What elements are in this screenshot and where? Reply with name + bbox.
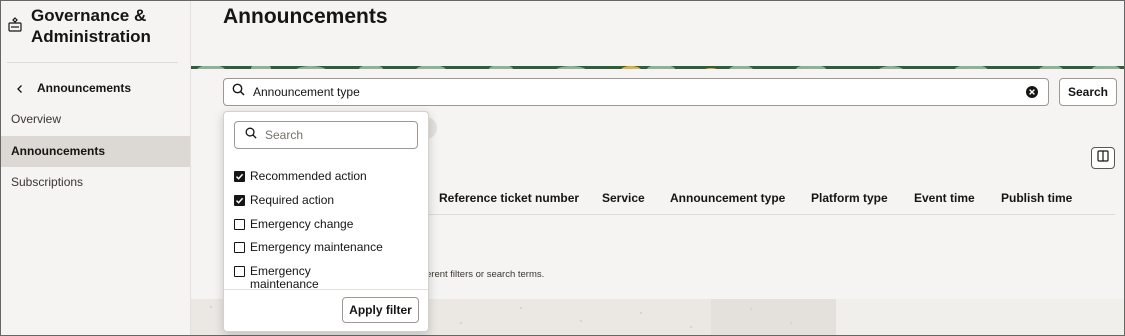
sidebar-item-subscriptions[interactable]: Subscriptions bbox=[1, 167, 190, 198]
search-value: Announcement type bbox=[253, 85, 360, 99]
option-label: Required action bbox=[250, 193, 335, 207]
announcement-type-dropdown: Recommended action Required action Emerg… bbox=[223, 111, 429, 332]
dropdown-search-input[interactable] bbox=[265, 128, 405, 142]
option-label: Recommended action bbox=[250, 169, 367, 183]
announcement-search-field[interactable]: Announcement type bbox=[223, 78, 1049, 106]
page-title: Announcements bbox=[223, 5, 388, 28]
search-icon bbox=[232, 83, 245, 101]
column-header-service[interactable]: Service bbox=[602, 191, 645, 205]
option-label: Emergency maintenance bbox=[250, 240, 383, 254]
apply-filter-button[interactable]: Apply filter bbox=[342, 297, 419, 323]
option-recommended-action[interactable]: Recommended action bbox=[234, 170, 404, 183]
column-header-publish-time[interactable]: Publish time bbox=[1001, 191, 1072, 205]
dropdown-option-list[interactable]: Recommended action Required action Emerg… bbox=[234, 164, 424, 288]
back-label: Announcements bbox=[37, 81, 132, 95]
search-icon bbox=[245, 126, 257, 144]
column-header-announcement-type[interactable]: Announcement type bbox=[670, 191, 785, 205]
checkbox-unchecked-icon[interactable] bbox=[234, 266, 245, 277]
table-header-divider bbox=[427, 214, 1115, 215]
sidebar-title: Governance & Administration bbox=[31, 6, 151, 46]
sidebar-item-announcements[interactable]: Announcements bbox=[1, 136, 190, 167]
option-emergency-maintenance-completed[interactable]: Emergency maintenance completed bbox=[234, 265, 374, 288]
option-label: Emergency maintenance completed bbox=[250, 264, 319, 289]
checkbox-checked-icon[interactable] bbox=[234, 171, 245, 182]
dropdown-search-field[interactable] bbox=[234, 121, 418, 149]
checkbox-unchecked-icon[interactable] bbox=[234, 242, 245, 253]
option-required-action[interactable]: Required action bbox=[234, 194, 404, 207]
columns-icon bbox=[1097, 149, 1109, 167]
column-header-event-time[interactable]: Event time bbox=[914, 191, 975, 205]
back-to-announcements[interactable]: Announcements bbox=[15, 81, 131, 95]
checkbox-unchecked-icon[interactable] bbox=[234, 219, 245, 230]
columns-toggle-button[interactable] bbox=[1091, 147, 1115, 169]
chevron-left-icon bbox=[15, 83, 25, 93]
clear-search-icon[interactable] bbox=[1025, 85, 1039, 99]
column-header-platform-type[interactable]: Platform type bbox=[811, 191, 888, 205]
sidebar-header: Governance & Administration bbox=[7, 5, 187, 47]
search-button[interactable]: Search bbox=[1059, 78, 1117, 106]
dropdown-divider bbox=[224, 289, 428, 290]
empty-state-message: erent filters or search terms. bbox=[426, 269, 545, 280]
option-emergency-maintenance[interactable]: Emergency maintenance bbox=[234, 241, 404, 254]
option-emergency-change[interactable]: Emergency change bbox=[234, 218, 404, 231]
decorative-banner bbox=[191, 61, 1124, 69]
option-label: Emergency change bbox=[250, 217, 354, 231]
checkbox-checked-icon[interactable] bbox=[234, 195, 245, 206]
sidebar-divider bbox=[7, 62, 178, 63]
sidebar-item-overview[interactable]: Overview bbox=[1, 104, 190, 135]
sidebar: Governance & Administration Announcement… bbox=[1, 1, 191, 335]
governance-icon bbox=[7, 17, 23, 33]
column-header-reference-ticket[interactable]: Reference ticket number bbox=[439, 191, 579, 205]
